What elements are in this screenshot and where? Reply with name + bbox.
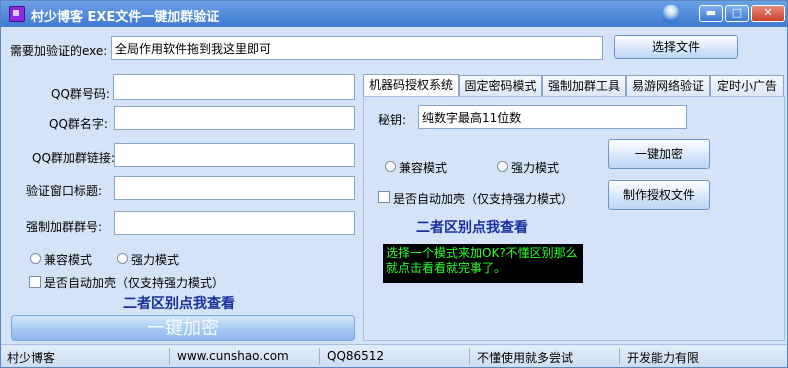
hint-console: 选择一个模式来加OK?不懂区别那么就点击看看就完事了。	[383, 244, 583, 283]
tab-force-join-tool[interactable]: 强制加群工具	[542, 75, 626, 96]
select-file-button[interactable]: 选择文件	[614, 35, 738, 59]
encrypt-button-panel[interactable]: 一键加密	[608, 139, 710, 169]
difference-link[interactable]: 二者区别点我查看	[123, 293, 235, 313]
panel-auto-pack-label: 是否自动加壳（仅支持强力模式）	[393, 192, 574, 206]
radio-strong-mode[interactable]	[117, 253, 128, 264]
encrypt-button-left[interactable]: 一键加密	[11, 315, 355, 341]
tab-yiyou-net-verify[interactable]: 易游网络验证	[626, 75, 710, 96]
qq-group-number-input[interactable]	[113, 74, 355, 100]
skin-icon[interactable]	[663, 5, 679, 23]
field-label-qq-group-number: QQ群号码:	[51, 87, 110, 101]
status-website[interactable]: www.cunshao.com	[177, 349, 289, 363]
panel-radio-compat-label: 兼容模式	[399, 161, 448, 175]
window-title: 村少博客 EXE文件一键加群验证	[31, 10, 220, 25]
qq-group-link-input[interactable]	[114, 143, 355, 167]
status-separator	[319, 348, 320, 365]
auto-pack-label: 是否自动加壳（仅支持强力模式）	[44, 276, 225, 290]
radio-compat-label: 兼容模式	[44, 253, 93, 267]
field-label-qq-group-name: QQ群名字:	[49, 117, 108, 131]
close-button[interactable]: ✕	[751, 5, 785, 22]
status-bar: 村少博客 www.cunshao.com QQ86512 不懂使用就多尝试 开发…	[1, 344, 787, 367]
force-join-group-input[interactable]	[114, 211, 355, 235]
field-label-qq-group-link: QQ群加群链接:	[32, 151, 115, 165]
status-separator	[619, 348, 620, 365]
status-ability: 开发能力有限	[627, 351, 700, 365]
auto-pack-checkbox[interactable]	[29, 276, 41, 288]
radio-compat-mode[interactable]	[30, 253, 41, 264]
main-window: 村少博客 EXE文件一键加群验证 ▬ □ ✕ 需要加验证的exe: 全局作用软件…	[0, 0, 788, 368]
key-label: 秘钥:	[378, 113, 407, 127]
panel-radio-strong-mode[interactable]	[497, 161, 508, 172]
title-bar[interactable]: 村少博客 EXE文件一键加群验证 ▬ □ ✕	[1, 1, 787, 27]
panel-auto-pack-checkbox[interactable]	[378, 191, 390, 203]
app-logo-icon	[9, 6, 25, 22]
field-label-verify-window-title: 验证窗口标题:	[26, 184, 103, 198]
minimize-button[interactable]: ▬	[699, 5, 723, 22]
status-separator	[469, 348, 470, 365]
tab-machine-code-auth[interactable]: 机器码授权系统	[363, 74, 459, 97]
exe-label: 需要加验证的exe:	[10, 44, 108, 58]
tab-fixed-password[interactable]: 固定密码模式	[459, 75, 542, 96]
verify-window-title-input[interactable]	[114, 176, 355, 200]
panel-difference-link[interactable]: 二者区别点我查看	[416, 217, 528, 237]
tab-timed-ads[interactable]: 定时小广告	[710, 75, 784, 96]
qq-group-name-input[interactable]	[114, 106, 355, 130]
status-blog-name: 村少博客	[7, 351, 56, 365]
panel-radio-compat-mode[interactable]	[385, 161, 396, 172]
status-tip: 不懂使用就多尝试	[477, 351, 574, 365]
maximize-button[interactable]: □	[725, 5, 749, 22]
status-qq: QQ86512	[327, 349, 385, 363]
make-license-button[interactable]: 制作授权文件	[608, 180, 710, 210]
status-separator	[169, 348, 170, 365]
field-label-force-join-group: 强制加群群号:	[26, 220, 103, 234]
radio-strong-label: 强力模式	[131, 253, 180, 267]
panel-radio-strong-label: 强力模式	[511, 161, 560, 175]
exe-path-input[interactable]: 全局作用软件拖到我这里即可	[111, 36, 603, 60]
key-input[interactable]: 纯数字最高11位数	[418, 105, 687, 129]
